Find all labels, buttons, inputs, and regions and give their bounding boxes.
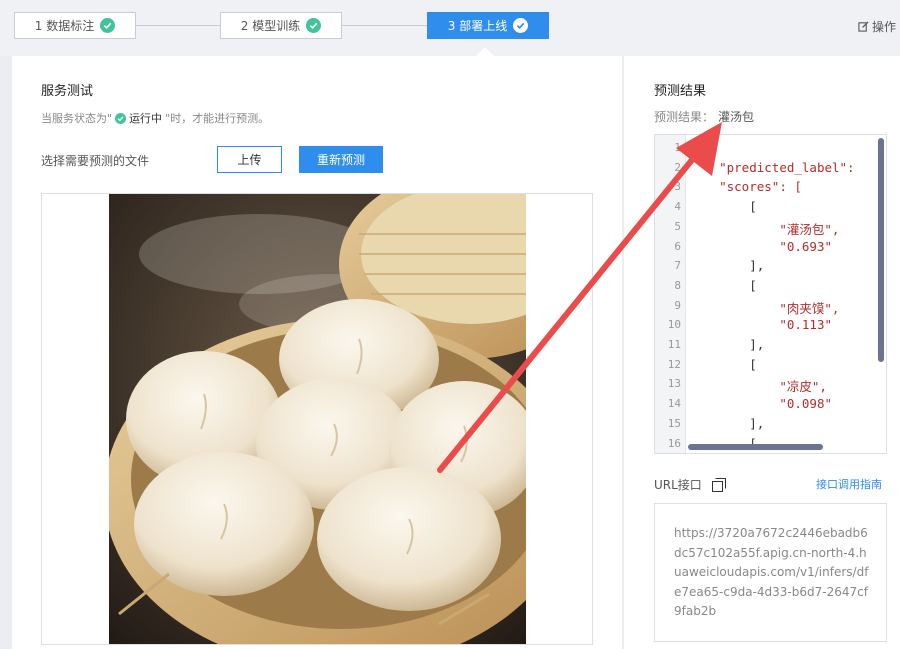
code-line: "灌汤包",	[689, 219, 839, 238]
result-label: 预测结果：	[654, 110, 715, 124]
line-number: 4	[674, 200, 681, 214]
hint-prefix: 当服务状态为"	[41, 112, 113, 125]
code-line: "0.693"	[689, 239, 832, 254]
code-string: "0.693"	[779, 238, 832, 254]
line-number: 10	[667, 318, 681, 332]
line-number: 6	[674, 239, 681, 253]
prediction-title: 预测结果	[654, 84, 707, 99]
operation-link[interactable]: 操作	[858, 18, 896, 35]
running-status-icon	[115, 112, 127, 124]
code-line: "0.098"	[689, 396, 832, 411]
line-number: 12	[667, 357, 681, 371]
steamed-buns-image	[109, 194, 526, 644]
check-icon	[513, 18, 529, 33]
check-icon	[306, 18, 322, 33]
line-number: 11	[667, 338, 681, 351]
code-key: "scores": [	[719, 179, 802, 195]
line-number: 14	[667, 397, 681, 411]
url-interface-label: URL接口	[654, 476, 726, 493]
line-number: 7	[674, 259, 681, 273]
hint-status: 运行中	[129, 112, 163, 125]
step-deploy[interactable]: 3 部署上线	[427, 12, 549, 39]
line-number: 15	[667, 416, 681, 430]
code-key: "predicted_label":	[719, 159, 855, 175]
code-string: "0.098"	[779, 396, 832, 412]
code-line: "scores": [	[689, 179, 802, 194]
check-icon	[100, 18, 116, 33]
file-select-label: 选择需要预测的文件	[41, 154, 150, 168]
code-string: "肉夹馍",	[779, 300, 840, 316]
upload-button[interactable]: 上传	[217, 146, 282, 173]
step-connector	[342, 25, 427, 26]
service-status-hint: 当服务状态为" 运行中 "时，才能进行预测。	[41, 110, 269, 126]
line-number: 5	[674, 219, 681, 233]
step-connector	[136, 25, 220, 26]
code-line: "凉皮",	[689, 376, 827, 395]
code-string: "凉皮",	[779, 379, 827, 395]
active-step-pointer	[476, 47, 494, 56]
prediction-result: 预测结果： 灌汤包	[654, 108, 754, 125]
line-number: 16	[667, 436, 681, 450]
code-line: ],	[689, 415, 765, 431]
step-label: 2 模型训练	[240, 19, 301, 33]
vertical-scrollbar[interactable]	[878, 138, 884, 362]
repredict-button[interactable]: 重新预测	[299, 146, 383, 173]
line-number: 1	[674, 141, 681, 154]
line-number-gutter: 1 2 3 4 5 6 7 8 9 10 11 12 13 14 15 16	[655, 135, 686, 453]
code-line: "肉夹馍",	[689, 298, 839, 317]
code-string: "灌汤包",	[779, 221, 840, 237]
preview-image-frame	[41, 193, 593, 645]
hint-suffix: "时，才能进行预测。	[165, 112, 270, 125]
step-bar: 1 数据标注 2 模型训练 3 部署上线 操作	[0, 0, 900, 56]
service-test-panel: 服务测试 当服务状态为" 运行中 "时，才能进行预测。 选择需要预测的文件 上传…	[12, 56, 622, 649]
url-label-text: URL接口	[654, 478, 702, 492]
line-number: 8	[674, 278, 681, 292]
json-result-viewer[interactable]: 1 2 3 4 5 6 7 8 9 10 11 12 13 14 15 16 { "predicted_lab…	[654, 134, 887, 454]
step-label: 1 数据标注	[34, 19, 95, 33]
code-line: [	[689, 356, 757, 372]
service-test-title: 服务测试	[41, 84, 94, 99]
horizontal-scrollbar[interactable]	[688, 444, 823, 450]
code-line: [	[689, 277, 757, 293]
line-number: 9	[674, 298, 681, 312]
line-number: 13	[667, 377, 681, 391]
url-value-box[interactable]: https://3720a7672c2446ebadb6dc57c102a55f…	[654, 503, 887, 642]
code-line: ],	[689, 337, 765, 352]
line-number: 2	[674, 160, 681, 174]
copy-icon[interactable]	[711, 478, 726, 492]
operation-link-label: 操作	[872, 20, 897, 34]
code-line: "predicted_label":	[689, 159, 855, 175]
line-number: 3	[674, 180, 681, 194]
api-guide-link[interactable]: 接口调用指南	[816, 476, 882, 492]
code-string: "0.113"	[779, 317, 832, 333]
code-line: [	[689, 199, 757, 215]
step-model-training[interactable]: 2 模型训练	[220, 12, 342, 39]
step-label: 3 部署上线	[447, 19, 508, 33]
prediction-panel: 预测结果 预测结果： 灌汤包 1 2 3 4 5 6 7 8 9 10 11 12 13 14 15 16 { …	[624, 56, 900, 649]
edit-icon	[858, 21, 869, 32]
step-data-labeling[interactable]: 1 数据标注	[14, 12, 136, 39]
code-line: "0.113"	[689, 317, 832, 332]
code-line: ],	[689, 258, 765, 274]
code-line: {	[689, 140, 697, 155]
result-value: 灌汤包	[718, 110, 755, 124]
